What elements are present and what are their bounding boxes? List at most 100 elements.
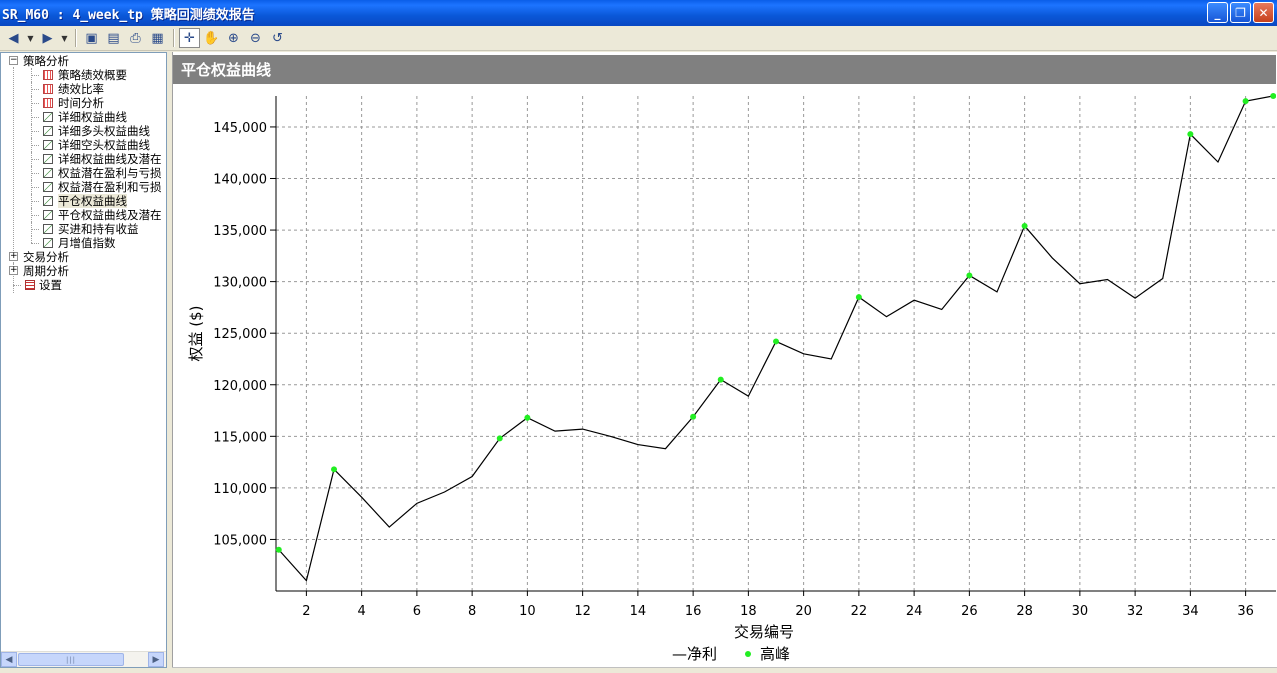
toolbar-separator <box>75 29 77 47</box>
report-tree-panel: − 策略分析 策略绩效概要 绩效比率 时间分析 详细权益曲线 详细多头权益曲线 详细空头权… <box>0 52 167 668</box>
tree-node-strategy-analysis[interactable]: − 策略分析 <box>1 54 166 68</box>
restore-button[interactable]: ❐ <box>1230 2 1251 23</box>
x-tick-label: 2 <box>302 604 310 619</box>
tree-item[interactable]: 详细多头权益曲线 <box>1 124 166 138</box>
save-icon[interactable]: ▣ <box>81 28 102 48</box>
x-tick-label: 20 <box>795 604 812 619</box>
x-tick-label: 16 <box>685 604 702 619</box>
tree-node-period-analysis[interactable]: + 周期分析 <box>1 264 166 278</box>
x-tick-label: 12 <box>574 604 591 619</box>
tree-item-label: 买进和持有收益 <box>58 222 139 236</box>
print-icon[interactable]: ⎙ <box>125 28 146 48</box>
peak-marker <box>331 466 338 473</box>
chart-report-icon <box>43 224 53 234</box>
tree-item[interactable]: 详细权益曲线及潜在 <box>1 152 166 166</box>
tree-node-label: 策略分析 <box>23 54 69 68</box>
tree-guide <box>31 89 39 90</box>
back-icon[interactable]: ◀ <box>3 28 24 48</box>
x-tick-label: 34 <box>1182 604 1199 619</box>
expand-icon[interactable]: + <box>9 266 18 275</box>
back-dropdown-icon[interactable]: ▼ <box>25 28 36 48</box>
expand-icon[interactable]: + <box>9 252 18 261</box>
horizontal-scrollbar[interactable]: ◀ ||| ▶ <box>1 651 166 667</box>
forward-dropdown-icon[interactable]: ▼ <box>59 28 70 48</box>
tree-item[interactable]: 买进和持有收益 <box>1 222 166 236</box>
chart-area[interactable]: 105,000 110,000 115,000 120,000 125,000 130,0… <box>173 84 1277 667</box>
tree-item[interactable]: 策略绩效概要 <box>1 68 166 82</box>
legend-peak-marker <box>745 651 751 657</box>
preview-icon[interactable]: ▤ <box>103 28 124 48</box>
tree-guide <box>31 229 39 230</box>
peak-marker <box>855 294 862 301</box>
x-tick-label: 36 <box>1237 604 1254 619</box>
legend-net-profit: —净利 <box>672 645 717 663</box>
tree-guide <box>31 103 39 104</box>
x-tick-label: 18 <box>740 604 757 619</box>
x-tick-label: 8 <box>468 604 476 619</box>
equity-chart[interactable]: 105,000 110,000 115,000 120,000 125,000 130,0… <box>173 84 1277 667</box>
forward-icon[interactable]: ▶ <box>37 28 58 48</box>
tree-guide <box>31 187 39 188</box>
tree-item[interactable]: 绩效比率 <box>1 82 166 96</box>
scroll-left-icon[interactable]: ◀ <box>1 652 17 667</box>
tree-item[interactable]: 平仓权益曲线 <box>1 194 166 208</box>
close-button[interactable]: ✕ <box>1253 2 1274 23</box>
tree-item[interactable]: 月增值指数 <box>1 236 166 250</box>
scroll-thumb[interactable]: ||| <box>18 653 124 666</box>
title-bar: SR_M60 : 4_week_tp 策略回测绩效报告 _ ❐ ✕ <box>0 0 1277 26</box>
tree-item-label: 时间分析 <box>58 96 104 110</box>
y-axis-label: 权益 ($) <box>187 305 205 361</box>
tree-node-label: 周期分析 <box>23 264 69 278</box>
tree-item[interactable]: 时间分析 <box>1 96 166 110</box>
x-tick-label: 26 <box>961 604 978 619</box>
tree-item-label: 权益潜在盈利与亏损 <box>58 166 162 180</box>
scroll-right-icon[interactable]: ▶ <box>148 652 164 667</box>
tree-item-label: 策略绩效概要 <box>58 68 127 82</box>
tree-guide <box>31 145 39 146</box>
zoom-in-icon[interactable]: ⊕ <box>223 28 244 48</box>
tree-guide <box>31 131 39 132</box>
y-tick-label: 140,000 <box>213 173 267 188</box>
peak-marker <box>1187 131 1194 138</box>
tree-node-trade-analysis[interactable]: + 交易分析 <box>1 250 166 264</box>
collapse-icon[interactable]: − <box>9 56 18 65</box>
minimize-button[interactable]: _ <box>1207 2 1228 23</box>
peak-marker <box>1021 222 1028 229</box>
hand-icon[interactable]: ✋ <box>201 28 222 48</box>
tree-item[interactable]: 平仓权益曲线及潜在 <box>1 208 166 222</box>
zoom-out-icon[interactable]: ⊖ <box>245 28 266 48</box>
tree-item[interactable]: 权益潜在盈利与亏损 <box>1 166 166 180</box>
table-report-icon <box>43 84 53 94</box>
peak-marker <box>1242 98 1249 105</box>
tree-guide <box>31 117 39 118</box>
tree-item-label: 详细权益曲线及潜在 <box>58 152 162 166</box>
crosshair-icon[interactable]: ✛ <box>179 28 200 48</box>
tree-node-label: 设置 <box>39 278 62 292</box>
peak-marker <box>690 413 697 420</box>
x-tick-label: 24 <box>906 604 923 619</box>
x-tick-label: 28 <box>1016 604 1033 619</box>
tree-item[interactable]: 权益潜在盈利和亏损 <box>1 180 166 194</box>
tree-item[interactable]: 详细权益曲线 <box>1 110 166 124</box>
reset-icon[interactable]: ↺ <box>267 28 288 48</box>
window-controls: _ ❐ ✕ <box>1207 2 1274 23</box>
tree-item-label: 平仓权益曲线及潜在 <box>58 208 162 222</box>
chart-report-icon <box>43 140 53 150</box>
tree-guide <box>31 236 32 243</box>
status-strip <box>172 667 1277 673</box>
y-tick-label: 125,000 <box>213 327 267 342</box>
table-report-icon <box>43 98 53 108</box>
x-axis-label: 交易编号 <box>734 623 794 641</box>
tree-item[interactable]: 详细空头权益曲线 <box>1 138 166 152</box>
layout-icon[interactable]: ▦ <box>147 28 168 48</box>
tree-item-label: 权益潜在盈利和亏损 <box>58 180 162 194</box>
tree-guide <box>31 201 39 202</box>
tree-item-label: 详细多头权益曲线 <box>58 124 150 138</box>
chart-report-icon <box>43 168 53 178</box>
tree-node-settings[interactable]: 设置 <box>1 278 166 292</box>
peak-marker <box>524 414 531 421</box>
tree-guide <box>31 159 39 160</box>
legend-peak: 高峰 <box>760 645 790 663</box>
tree-guide <box>31 75 39 76</box>
y-tick-label: 145,000 <box>213 121 267 136</box>
